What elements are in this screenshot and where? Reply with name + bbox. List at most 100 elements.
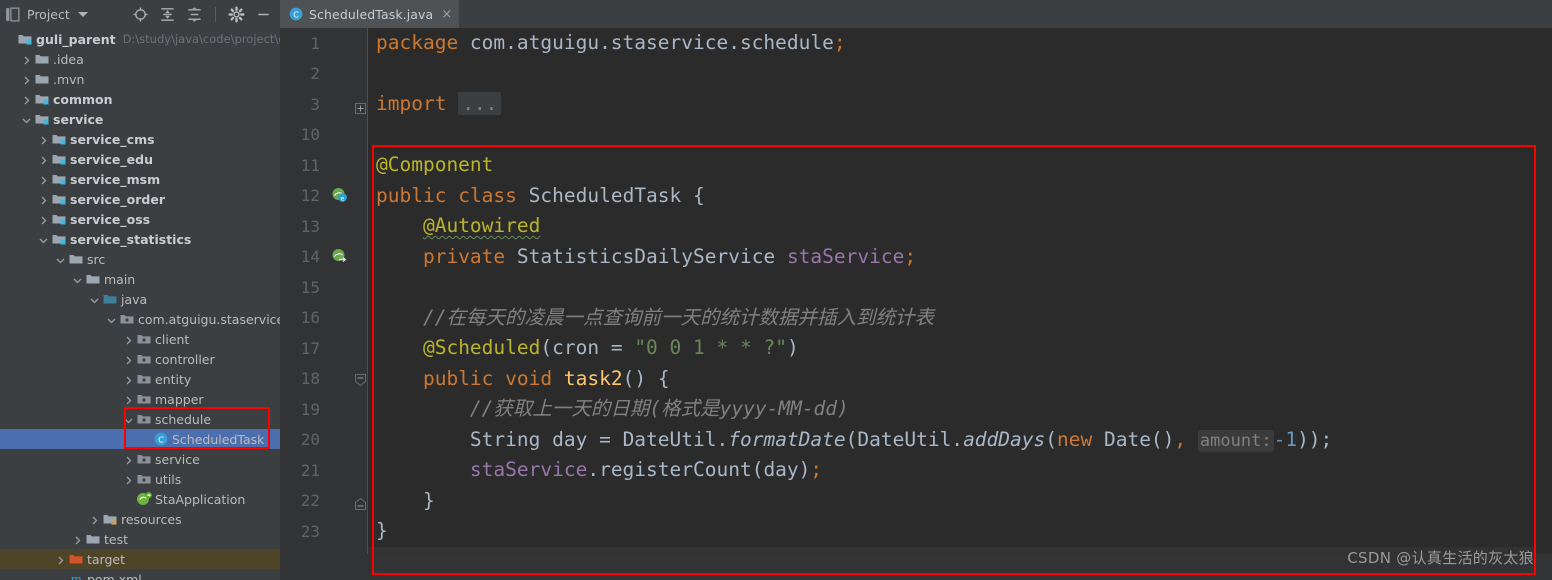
- error-stripe[interactable]: [1536, 28, 1552, 580]
- expand-all-icon[interactable]: [159, 6, 176, 23]
- package-icon: [137, 475, 151, 484]
- editor-tab-scheduledtask[interactable]: C ScheduledTask.java ×: [280, 0, 460, 28]
- chevron-right-icon[interactable]: [21, 74, 32, 85]
- gutter-line[interactable]: 18: [280, 364, 368, 395]
- chevron-down-icon[interactable]: [21, 114, 32, 125]
- tree-item--idea[interactable]: .idea: [0, 49, 280, 69]
- tree-item-resources[interactable]: resources: [0, 509, 280, 529]
- chevron-down-icon[interactable]: [55, 254, 66, 265]
- tree-item--mvn[interactable]: .mvn: [0, 69, 280, 89]
- editor-gutter[interactable]: 123101112e131415161718192021222324: [280, 28, 368, 580]
- spring-bean-icon[interactable]: e: [331, 187, 348, 204]
- chevron-down-icon[interactable]: [89, 294, 100, 305]
- tree-item-label: guli_parent: [36, 31, 116, 47]
- tree-item-label: test: [104, 531, 129, 547]
- tree-item-client[interactable]: client: [0, 329, 280, 349]
- gutter-line[interactable]: 20: [280, 425, 368, 456]
- tree-item-staapplication[interactable]: StaApplication: [0, 489, 280, 509]
- chevron-down-icon[interactable]: [77, 11, 88, 17]
- chevron-right-icon[interactable]: [123, 394, 134, 405]
- code-line-3: import ...: [368, 89, 1552, 120]
- gutter-line[interactable]: 22: [280, 486, 368, 517]
- tree-item-service-statistics[interactable]: service_statistics: [0, 229, 280, 249]
- tree-item-schedule[interactable]: schedule: [0, 409, 280, 429]
- gutter-line[interactable]: 15: [280, 272, 368, 303]
- gutter-line[interactable]: 3: [280, 89, 368, 120]
- fold-collapse-end-icon[interactable]: [355, 495, 366, 511]
- chevron-right-icon[interactable]: [123, 454, 134, 465]
- chevron-right-icon[interactable]: [123, 474, 134, 485]
- locate-icon[interactable]: [132, 6, 149, 23]
- tree-item-service-edu[interactable]: service_edu: [0, 149, 280, 169]
- tree-item-utils[interactable]: utils: [0, 469, 280, 489]
- chevron-down-icon[interactable]: [38, 234, 49, 245]
- hide-toolwindow-icon[interactable]: [255, 6, 272, 23]
- gutter-line[interactable]: 19: [280, 394, 368, 425]
- tree-item-test[interactable]: test: [0, 529, 280, 549]
- chevron-right-icon[interactable]: [55, 554, 66, 565]
- tree-item-service[interactable]: service: [0, 449, 280, 469]
- tree-item-java[interactable]: java: [0, 289, 280, 309]
- tree-item-guli-parent[interactable]: guli_parent D:\study\java\code\project\gu…: [0, 29, 280, 49]
- code-editor[interactable]: 123101112e131415161718192021222324 packa…: [280, 28, 1552, 580]
- tree-item-service-cms[interactable]: service_cms: [0, 129, 280, 149]
- tree-item-controller[interactable]: controller: [0, 349, 280, 369]
- tree-item-mapper[interactable]: mapper: [0, 389, 280, 409]
- chevron-down-icon[interactable]: [106, 314, 117, 325]
- chevron-right-icon[interactable]: [38, 174, 49, 185]
- collapse-all-icon[interactable]: [186, 6, 203, 23]
- tree-item-main[interactable]: main: [0, 269, 280, 289]
- gutter-line[interactable]: 2: [280, 59, 368, 90]
- fold-collapse-start-icon[interactable]: [355, 373, 366, 387]
- gutter-line[interactable]: 10: [280, 120, 368, 151]
- tree-item-entity[interactable]: entity: [0, 369, 280, 389]
- chevron-down-icon[interactable]: [72, 274, 83, 285]
- gear-icon[interactable]: [228, 5, 245, 23]
- close-icon[interactable]: ×: [441, 8, 452, 21]
- tree-item-service[interactable]: service: [0, 109, 280, 129]
- line-number: 1: [310, 33, 320, 53]
- chevron-right-icon[interactable]: [72, 534, 83, 545]
- tree-item-target[interactable]: target: [0, 549, 280, 569]
- gutter-line[interactable]: 16: [280, 303, 368, 334]
- tree-item-label: target: [87, 551, 126, 567]
- code-line-20: String day = DateUtil.formatDate(DateUti…: [469, 427, 1333, 452]
- chevron-right-icon[interactable]: [38, 214, 49, 225]
- gutter-line[interactable]: 11: [280, 150, 368, 181]
- chevron-right-icon[interactable]: [21, 54, 32, 65]
- gutter-line[interactable]: 14: [280, 242, 368, 273]
- gutter-line[interactable]: 13: [280, 211, 368, 242]
- tree-item-com-atguigu-staservice[interactable]: com.atguigu.staservice: [0, 309, 280, 329]
- gutter-line[interactable]: 17: [280, 333, 368, 364]
- chevron-right-icon[interactable]: [123, 334, 134, 345]
- gutter-line[interactable]: 23: [280, 516, 368, 547]
- gutter-line[interactable]: 12 e: [280, 181, 368, 212]
- package-icon: [137, 415, 151, 424]
- chevron-right-icon[interactable]: [38, 194, 49, 205]
- tree-item-label: entity: [155, 371, 192, 387]
- tree-item-label: resources: [121, 511, 182, 527]
- chevron-right-icon[interactable]: [38, 154, 49, 165]
- tree-item-scheduledtask[interactable]: C ScheduledTask: [0, 429, 280, 449]
- gutter-line[interactable]: 1: [280, 28, 368, 59]
- chevron-right-icon[interactable]: [89, 514, 100, 525]
- project-tree[interactable]: guli_parent D:\study\java\code\project\gu…: [0, 28, 280, 580]
- tree-item-src[interactable]: src: [0, 249, 280, 269]
- tree-item-pom-xml[interactable]: m pom.xml: [0, 569, 280, 580]
- chevron-right-icon[interactable]: [123, 354, 134, 365]
- editor-code-area[interactable]: package com.atguigu.staservice.schedule;…: [368, 28, 1552, 580]
- gutter-line[interactable]: 21: [280, 455, 368, 486]
- folded-imports[interactable]: ...: [458, 92, 502, 115]
- tree-item-service-oss[interactable]: service_oss: [0, 209, 280, 229]
- tree-item-label: mapper: [155, 391, 204, 407]
- chevron-down-icon[interactable]: [123, 414, 134, 425]
- code-line-13: @Autowired: [422, 214, 541, 237]
- tree-item-service-msm[interactable]: service_msm: [0, 169, 280, 189]
- tree-item-service-order[interactable]: service_order: [0, 189, 280, 209]
- tree-item-common[interactable]: common: [0, 89, 280, 109]
- chevron-right-icon[interactable]: [38, 134, 49, 145]
- chevron-right-icon[interactable]: [21, 94, 32, 105]
- spring-autowired-icon[interactable]: [331, 248, 348, 265]
- chevron-right-icon[interactable]: [123, 374, 134, 385]
- fold-expand-icon[interactable]: [355, 99, 366, 114]
